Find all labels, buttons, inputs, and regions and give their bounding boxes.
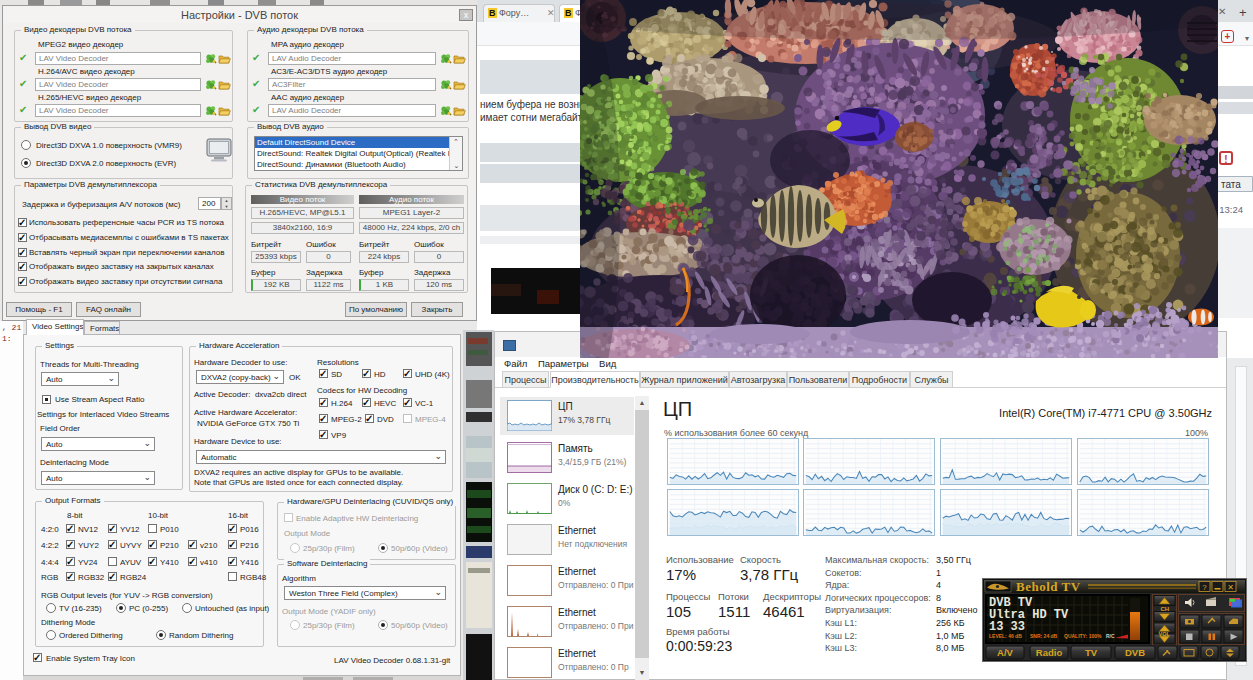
svg-text:QUALITY: 100%: QUALITY: 100% xyxy=(1064,633,1102,639)
svg-text:CH: CH xyxy=(1161,606,1170,612)
svg-text:Radio: Radio xyxy=(1036,647,1063,658)
svg-text:A/V: A/V xyxy=(997,647,1014,658)
svg-text:Behold TV: Behold TV xyxy=(1016,579,1081,594)
svg-text:13 33: 13 33 xyxy=(989,620,1025,634)
svg-text:✕: ✕ xyxy=(1227,583,1234,592)
svg-text:R/C: R/C xyxy=(1106,633,1115,639)
svg-text:TV: TV xyxy=(1085,647,1098,658)
svg-text:LEVEL: 46 dB: LEVEL: 46 dB xyxy=(989,633,1022,639)
svg-text:?: ? xyxy=(1202,583,1207,592)
svg-text:DVB: DVB xyxy=(1125,647,1145,658)
svg-text:SNR: 24 dB: SNR: 24 dB xyxy=(1030,633,1058,639)
svg-text:VOL: VOL xyxy=(1159,631,1171,637)
